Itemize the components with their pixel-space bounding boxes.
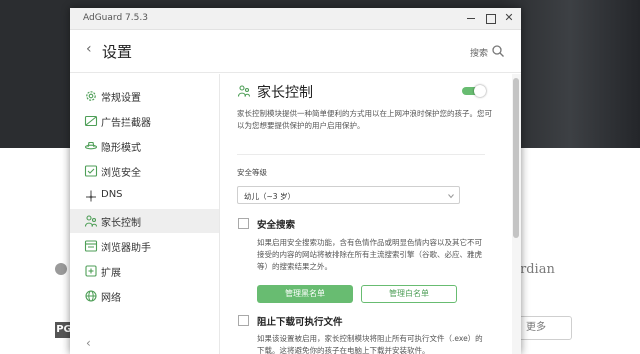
sidebar-item-label: 广告拦截器 — [101, 118, 151, 129]
stealth-icon — [84, 141, 98, 150]
section-title: 家长控制 — [257, 85, 313, 101]
browsing-security-icon — [84, 165, 98, 177]
sidebar-item-extensions[interactable]: 扩展 — [70, 259, 219, 283]
parental-control-icon — [237, 85, 251, 97]
chevron-down-icon — [448, 194, 454, 199]
network-icon — [85, 290, 97, 302]
parental-control-panel: 家长控制 家长控制模块提供一种简单便利的方式用以在上网冲浪时保护您的孩子。您可以… — [221, 74, 511, 354]
collapse-sidebar-icon[interactable]: ‹ — [86, 336, 91, 350]
sidebar-item-label: 网络 — [101, 293, 121, 304]
sidebar-item-stealth-mode[interactable]: 隐形模式 — [70, 134, 219, 158]
settings-header: ‹ 设置 搜索 — [70, 30, 521, 73]
minimize-button[interactable] — [463, 11, 479, 26]
search-icon[interactable] — [491, 44, 505, 58]
sidebar-item-network[interactable]: 网络 — [70, 284, 219, 308]
sidebar-item-label: 隐形模式 — [101, 143, 141, 154]
dns-icon — [86, 190, 96, 202]
maximize-button[interactable] — [482, 11, 498, 26]
section-description: 家长控制模块提供一种简单便利的方式用以在上网冲浪时保护您的孩子。您可以为您想要提… — [237, 109, 492, 130]
safety-level-label: 安全等级 — [237, 168, 267, 177]
back-arrow-icon[interactable]: ‹ — [86, 41, 92, 57]
background-brand-text: rdian — [520, 262, 555, 277]
search-label[interactable]: 搜索 — [470, 46, 488, 59]
browser-assistant-icon — [84, 240, 98, 252]
sidebar-item-label: 常规设置 — [101, 93, 141, 104]
title-bar[interactable]: AdGuard 7.5.3 ✕ — [70, 8, 521, 30]
sidebar-item-label: 浏览器助手 — [101, 243, 151, 254]
block-executables-description: 如果该设置被启用，家长控制模块将阻止所有可执行文件（.exe）的下载。这将避免你… — [257, 334, 483, 354]
safety-level-select[interactable]: 幼儿（~3 岁） — [237, 186, 460, 204]
parental-control-toggle[interactable] — [462, 85, 488, 97]
background-dot — [55, 263, 67, 275]
sidebar-item-browsing-security[interactable]: 浏览安全 — [70, 159, 219, 183]
window-title: AdGuard 7.5.3 — [83, 13, 148, 23]
sidebar-item-ad-blocker[interactable]: 广告拦截器 — [70, 109, 219, 133]
settings-sidebar: 常规设置 广告拦截器 隐形模式 浏览安全 DNS 家长控制 浏览器助手 扩展 网… — [70, 74, 220, 354]
sidebar-item-browser-assistant[interactable]: 浏览器助手 — [70, 234, 219, 258]
block-executables-checkbox[interactable] — [238, 315, 249, 326]
sidebar-item-label: 浏览安全 — [101, 168, 141, 179]
parental-control-icon — [84, 215, 98, 227]
toggle-knob — [474, 85, 486, 97]
manage-blacklist-button[interactable]: 管理黑名单 — [257, 285, 353, 303]
block-executables-title: 阻止下载可执行文件 — [257, 317, 343, 328]
close-button[interactable]: ✕ — [501, 11, 517, 26]
sidebar-item-label: DNS — [101, 189, 123, 200]
manage-whitelist-button[interactable]: 管理白名单 — [361, 285, 457, 303]
sidebar-item-label: 扩展 — [101, 268, 121, 279]
sidebar-item-dns[interactable]: DNS — [70, 184, 219, 208]
divider — [237, 154, 485, 155]
sidebar-item-general[interactable]: 常规设置 — [70, 84, 219, 108]
safe-search-description: 如果启用安全搜索功能，含有色情作品或明显色情内容以及其它不可接受的内容的网站将被… — [257, 238, 482, 271]
safe-search-title: 安全搜索 — [257, 220, 296, 231]
gear-icon — [86, 91, 96, 101]
background-image — [500, 0, 640, 148]
adguard-window: AdGuard 7.5.3 ✕ ‹ 设置 搜索 常规设置 广告拦截器 隐形模式 … — [70, 8, 521, 354]
sidebar-item-label: 家长控制 — [101, 218, 141, 229]
sidebar-item-parental-control[interactable]: 家长控制 — [70, 209, 219, 233]
page-title: 设置 — [102, 43, 133, 61]
safe-search-checkbox[interactable] — [238, 218, 249, 229]
scrollbar-thumb[interactable] — [513, 78, 519, 238]
ad-block-icon — [84, 115, 98, 127]
safety-level-value: 幼儿（~3 岁） — [244, 192, 295, 201]
extensions-icon — [85, 265, 97, 277]
